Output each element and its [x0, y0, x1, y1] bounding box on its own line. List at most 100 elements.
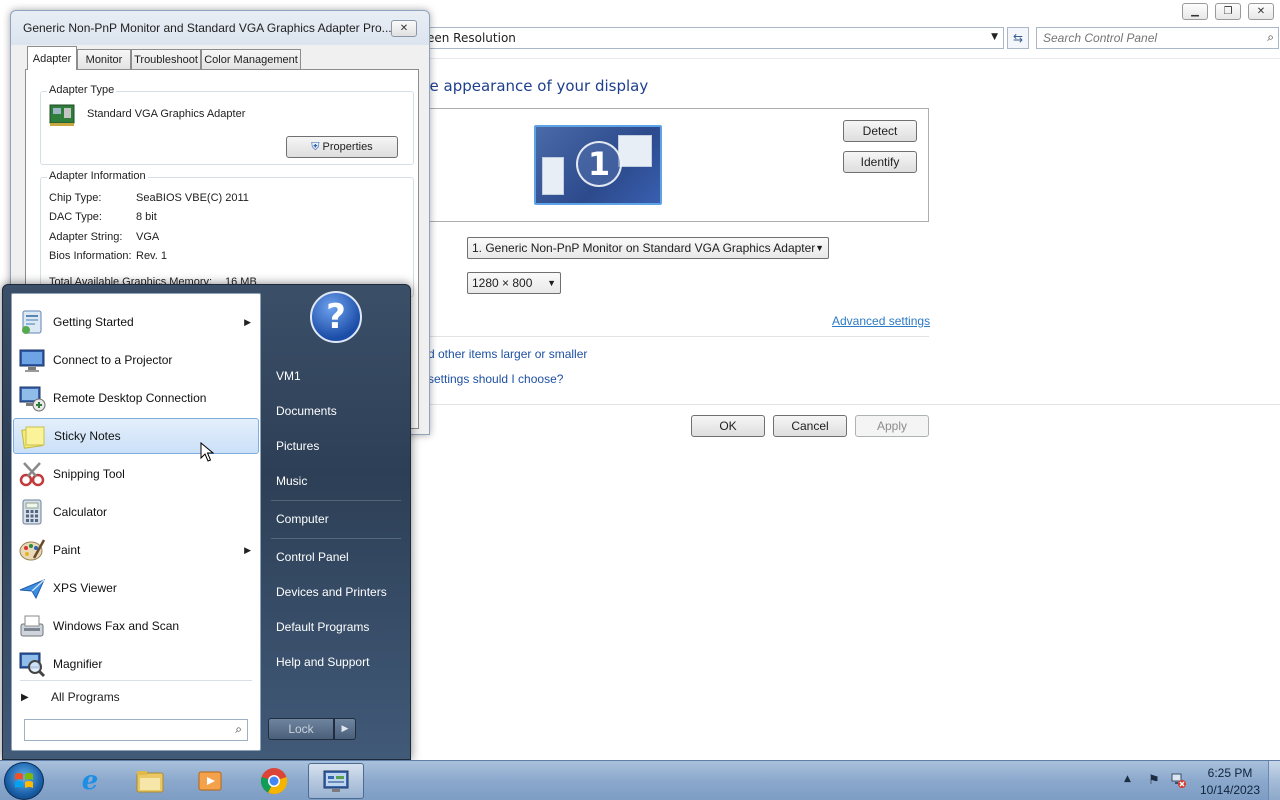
adapter-string-value: VGA	[136, 231, 160, 243]
resolution-select-value: 1280 × 800	[472, 276, 533, 290]
divider	[410, 58, 1280, 59]
preview-window	[618, 135, 652, 167]
tab-monitor[interactable]: Monitor	[77, 49, 131, 69]
start-item-label: Remote Desktop Connection	[53, 391, 207, 405]
snipping-tool-icon	[17, 459, 47, 489]
clock-time[interactable]: 6:25 PM	[1198, 766, 1262, 780]
taskbar-internet-explorer[interactable]: e	[62, 763, 118, 799]
close-icon: ✕	[1256, 6, 1266, 17]
identify-button[interactable]: Identify	[843, 151, 917, 173]
search-box[interactable]: ⌕	[1036, 27, 1279, 49]
start-item-remote-desktop[interactable]: Remote Desktop Connection	[13, 380, 259, 416]
shutdown-options-button[interactable]: ▶	[334, 718, 356, 740]
start-item-connect-projector[interactable]: Connect to a Projector	[13, 342, 259, 378]
chevron-down-icon: ▼	[815, 243, 824, 253]
start-item-label: Calculator	[53, 505, 108, 519]
tab-color-management[interactable]: Color Management	[201, 49, 301, 69]
start-right-control-panel[interactable]: Control Panel	[276, 550, 349, 564]
network-disconnected-icon[interactable]	[1170, 772, 1186, 788]
ok-button[interactable]: OK	[691, 415, 765, 437]
start-item-label: XPS Viewer	[53, 581, 117, 595]
submenu-arrow-icon: ▶	[244, 316, 251, 327]
start-right-music[interactable]: Music	[276, 474, 307, 488]
dialog-close-button[interactable]: ✕	[391, 20, 417, 37]
display-select[interactable]: 1. Generic Non-PnP Monitor on Standard V…	[467, 237, 829, 259]
sticky-notes-icon	[18, 422, 48, 452]
start-item-sticky-notes[interactable]: Sticky Notes	[13, 418, 259, 454]
chevron-right-icon: ▶	[341, 724, 349, 734]
help-icon: ?	[310, 291, 362, 343]
make-text-larger-link[interactable]: d other items larger or smaller	[428, 347, 587, 361]
cancel-button[interactable]: Cancel	[773, 415, 847, 437]
start-item-paint[interactable]: Paint ▶	[13, 532, 259, 568]
advanced-settings-link[interactable]: Advanced settings	[832, 314, 930, 328]
start-item-label: Connect to a Projector	[53, 353, 173, 367]
start-search-input[interactable]	[29, 722, 219, 738]
minimize-icon: ▁	[1191, 6, 1199, 17]
magnifier-icon	[17, 649, 47, 679]
start-right-devices-printers[interactable]: Devices and Printers	[276, 585, 387, 599]
start-search-box[interactable]: ⌕	[24, 719, 248, 741]
resolution-select[interactable]: 1280 × 800 ▼	[467, 272, 561, 294]
start-button[interactable]	[4, 762, 44, 800]
start-right-vm1[interactable]: VM1	[276, 369, 301, 383]
remote-desktop-icon	[17, 383, 47, 413]
monitor-1-tile[interactable]: 1	[534, 125, 662, 205]
start-right-help-support[interactable]: Help and Support	[276, 655, 369, 669]
taskbar-chrome[interactable]	[246, 763, 302, 799]
tab-adapter[interactable]: Adapter	[27, 46, 77, 70]
action-center-icon[interactable]: ⚑	[1146, 772, 1162, 788]
media-player-icon	[196, 767, 224, 795]
tab-troubleshoot[interactable]: Troubleshoot	[131, 49, 201, 69]
submenu-arrow-icon: ▶	[244, 544, 251, 555]
start-right-computer[interactable]: Computer	[276, 512, 329, 526]
search-icon[interactable]: ⌕	[235, 722, 242, 737]
search-input[interactable]	[1043, 30, 1253, 46]
expand-arrow-icon: ▶	[21, 691, 29, 703]
all-programs-label: All Programs	[51, 690, 120, 704]
minimize-button[interactable]: ▁	[1182, 3, 1208, 20]
properties-button[interactable]: ⛨ Properties	[286, 136, 398, 158]
start-item-snipping-tool[interactable]: Snipping Tool	[13, 456, 259, 492]
control-panel-icon	[322, 767, 350, 795]
detect-button[interactable]: Detect	[843, 120, 917, 142]
chevron-down-icon: ▼	[547, 278, 556, 288]
start-item-fax-scan[interactable]: Windows Fax and Scan	[13, 608, 259, 644]
start-right-documents[interactable]: Documents	[276, 404, 337, 418]
group-title: Adapter Type	[47, 84, 117, 96]
adapter-info-group: Adapter Information Chip Type: SeaBIOS V…	[40, 170, 414, 297]
start-item-label: Sticky Notes	[54, 429, 121, 443]
restore-icon: ❐	[1223, 6, 1233, 17]
taskbar-control-panel[interactable]	[308, 763, 364, 799]
start-item-xps-viewer[interactable]: XPS Viewer	[13, 570, 259, 606]
refresh-button[interactable]: ⇆	[1007, 27, 1029, 49]
taskbar-file-explorer[interactable]	[122, 763, 178, 799]
paint-icon	[17, 535, 47, 565]
close-button[interactable]: ✕	[1248, 3, 1274, 20]
clock-date[interactable]: 10/14/2023	[1196, 783, 1264, 797]
taskbar-media-player[interactable]	[182, 763, 238, 799]
start-right-pictures[interactable]: Pictures	[276, 439, 319, 453]
address-bar[interactable]: een Resolution ▼	[410, 27, 1004, 49]
show-desktop-button[interactable]	[1268, 761, 1280, 800]
chevron-down-icon[interactable]: ▼	[991, 32, 998, 42]
divider	[271, 538, 401, 539]
preview-window	[542, 157, 564, 195]
divider	[20, 680, 252, 681]
search-icon[interactable]: ⌕	[1267, 30, 1274, 45]
lock-button[interactable]: Lock	[268, 718, 334, 740]
start-right-default-programs[interactable]: Default Programs	[276, 620, 369, 634]
show-hidden-icons-button[interactable]: ▲	[1124, 774, 1131, 784]
start-item-magnifier[interactable]: Magnifier	[13, 646, 259, 682]
adapter-name: Standard VGA Graphics Adapter	[87, 108, 246, 120]
adapter-string-label: Adapter String:	[49, 231, 123, 243]
restore-button[interactable]: ❐	[1215, 3, 1241, 20]
apply-button[interactable]: Apply	[855, 415, 929, 437]
start-item-calculator[interactable]: Calculator	[13, 494, 259, 530]
windows-logo-icon	[15, 773, 33, 788]
which-settings-link[interactable]: settings should I choose?	[428, 372, 563, 386]
page-title: he appearance of your display	[420, 77, 649, 95]
taskbar: e ▲ ⚑ 6:25 PM 10/14/2023	[0, 760, 1280, 800]
start-item-getting-started[interactable]: Getting Started ▶	[13, 304, 259, 340]
all-programs-button[interactable]: ▶ All Programs	[13, 684, 259, 710]
